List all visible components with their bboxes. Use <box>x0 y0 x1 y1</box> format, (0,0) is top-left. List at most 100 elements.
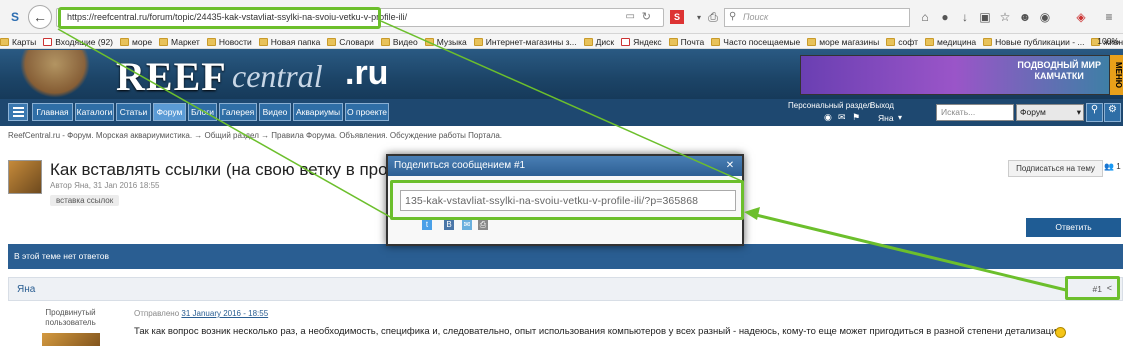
post-date-link[interactable]: 31 January 2016 - 18:55 <box>181 309 268 318</box>
bookmark-item[interactable]: Яндекс <box>621 34 662 48</box>
search-icon: ⚲ <box>729 11 737 22</box>
bookmark-item[interactable]: Новая папка <box>258 34 320 48</box>
page-title: Как вставлять ссылки (на свою ветку в пр… <box>50 160 388 179</box>
user-area: Персональный раздел Выход ◉ ✉ ⚑ Яна ▾ <box>788 100 928 125</box>
chevron-down-icon: ▾ <box>1076 107 1081 117</box>
menu-item-articles[interactable]: Статьи <box>116 103 151 121</box>
bookmark-item[interactable]: Музыка <box>424 34 467 48</box>
menu-item-aquariums[interactable]: Аквариумы <box>293 103 343 121</box>
menu-icon[interactable]: ≡ <box>1100 8 1118 26</box>
menu-item-blogs[interactable]: Блоги <box>188 103 217 121</box>
ad-text: ПОДВОДНЫЙ МИР КАМЧАТКИ <box>1017 60 1101 81</box>
no-replies-bar: В этой теме нет ответов <box>8 244 1123 269</box>
bookmark-item[interactable]: Диск <box>583 34 614 48</box>
site-search-input[interactable]: Искать... <box>936 104 1014 121</box>
menu-item-catalogs[interactable]: Каталоги <box>75 103 114 121</box>
bookmark-item[interactable]: море <box>120 34 152 48</box>
subscribe-button[interactable]: Подписаться на тему <box>1008 160 1103 177</box>
post-date: Отправлено 31 January 2016 - 18:55 <box>134 309 268 318</box>
site-logo[interactable]: REEF <box>116 53 227 100</box>
bookmark-item[interactable]: Новости <box>206 34 252 48</box>
menu-item-forum[interactable]: Форум <box>153 103 186 121</box>
mail-icon[interactable]: ✉ <box>838 112 846 123</box>
chevron-down-icon[interactable]: ▾ <box>898 113 902 122</box>
download-icon[interactable]: ↓ <box>956 8 974 26</box>
camera-icon[interactable]: ◉ <box>1036 8 1054 26</box>
bookmark-item[interactable]: Входящие (92) <box>43 34 113 48</box>
post-header: Яна #1 < <box>8 277 1123 301</box>
bookmark-item[interactable]: Видео <box>380 34 418 48</box>
bookmark-item[interactable]: море магазины <box>807 34 879 48</box>
print-icon[interactable]: ⎙ <box>478 220 488 230</box>
bookmarks-bar: Карты Входящие (92) море Маркет Новости Новая… <box>0 34 1123 49</box>
smiley-icon <box>1055 327 1066 338</box>
side-menu-tab[interactable]: МЕНЮ <box>1110 55 1123 95</box>
followers-count[interactable]: 👥 1 <box>1104 162 1121 171</box>
back-button[interactable]: ← <box>28 5 52 29</box>
followers-number: 1 <box>1116 162 1121 171</box>
bookmark-item[interactable]: Новые публикации - ... <box>983 34 1084 48</box>
bookmark-item[interactable]: софт <box>886 34 918 48</box>
arrow-head <box>744 207 760 220</box>
bookmark-icon[interactable]: ☆ <box>996 8 1014 26</box>
menu-item-gallery[interactable]: Галерея <box>219 103 257 121</box>
reply-button[interactable]: Ответить <box>1026 218 1121 237</box>
browser-search[interactable]: ⚲ Поиск <box>724 8 910 27</box>
avatar[interactable] <box>42 333 100 346</box>
gear-icon[interactable]: ⚙ <box>1104 103 1121 122</box>
users-icon: 👥 <box>1104 162 1114 171</box>
site-search-placeholder: Искать... <box>941 107 976 117</box>
bookmark-item[interactable]: Словари <box>327 34 374 48</box>
ad-banner[interactable]: ПОДВОДНЫЙ МИР КАМЧАТКИ <box>800 55 1110 95</box>
search-scope-value: Форум <box>1020 107 1046 117</box>
share-url-highlight-box <box>390 180 744 220</box>
post-date-prefix: Отправлено <box>134 309 180 318</box>
email-icon[interactable]: ✉ <box>462 220 472 230</box>
bookmark-item[interactable]: Почта <box>668 34 704 48</box>
clipboard-icon[interactable]: ▣ <box>976 8 994 26</box>
addon-icon[interactable]: ☻ <box>1016 8 1034 26</box>
hamburger-icon[interactable] <box>8 103 28 121</box>
search-icon[interactable]: ⚲ <box>1086 103 1103 122</box>
addon-s-icon[interactable]: S <box>670 10 684 24</box>
search-scope-select[interactable]: Форум ▾ <box>1016 104 1084 121</box>
reader-icon[interactable]: ▭ <box>626 11 635 22</box>
logout-link[interactable]: Выход <box>870 101 894 110</box>
home-icon[interactable]: ⌂ <box>916 8 934 26</box>
bookmark-item[interactable]: медицина <box>924 34 976 48</box>
menu-item-about[interactable]: О проекте <box>345 103 389 121</box>
avatar[interactable] <box>8 160 42 194</box>
chat-icon[interactable]: ● <box>936 8 954 26</box>
twitter-icon[interactable]: t <box>422 220 432 230</box>
jellyfish-logo-image <box>20 50 90 98</box>
modal-title: Поделиться сообщением #1 <box>394 160 526 171</box>
username[interactable]: Яна <box>878 113 894 123</box>
addon-red-icon[interactable]: ◈ <box>1072 8 1090 26</box>
topic-meta: Автор Яна, 31 Jan 2016 18:55 <box>50 181 160 190</box>
vk-icon[interactable]: B <box>444 220 454 230</box>
menu-item-video[interactable]: Видео <box>259 103 291 121</box>
bookmark-item[interactable]: Маркет <box>159 34 200 48</box>
bookmark-item[interactable]: Интернет-магазины з... <box>473 34 577 48</box>
browser-logo-icon: S <box>10 10 19 24</box>
personal-link[interactable]: Персональный раздел <box>788 101 872 110</box>
url-highlight-box <box>58 7 381 29</box>
print-icon[interactable]: ⎙ <box>704 8 722 26</box>
site-logo-tld: .ru <box>345 54 389 92</box>
breadcrumb[interactable]: ReefCentral.ru - Форум. Морская аквариум… <box>8 131 502 140</box>
post-number-highlight-box <box>1065 276 1120 300</box>
zoom-level: 100% <box>1097 36 1119 46</box>
menu-item-home[interactable]: Главная <box>32 103 73 121</box>
bookmark-item[interactable]: Карты <box>0 34 36 48</box>
reload-icon[interactable]: ↻ <box>642 10 651 23</box>
location-icon[interactable]: ◉ <box>824 112 832 123</box>
close-icon[interactable]: ✕ <box>724 160 736 172</box>
modal-header: Поделиться сообщением #1 <box>388 156 742 176</box>
bookmark-item[interactable]: Часто посещаемые <box>711 34 800 48</box>
notifications-icon[interactable]: ⚑ <box>852 112 860 123</box>
post-body: Так как вопрос возник несколько раз, а н… <box>134 326 1062 337</box>
search-placeholder: Поиск <box>743 12 769 22</box>
post-author[interactable]: Яна <box>17 284 35 295</box>
user-rank: Продвинутый пользователь <box>45 308 96 327</box>
tag-badge[interactable]: вставка ссылок <box>50 195 120 206</box>
